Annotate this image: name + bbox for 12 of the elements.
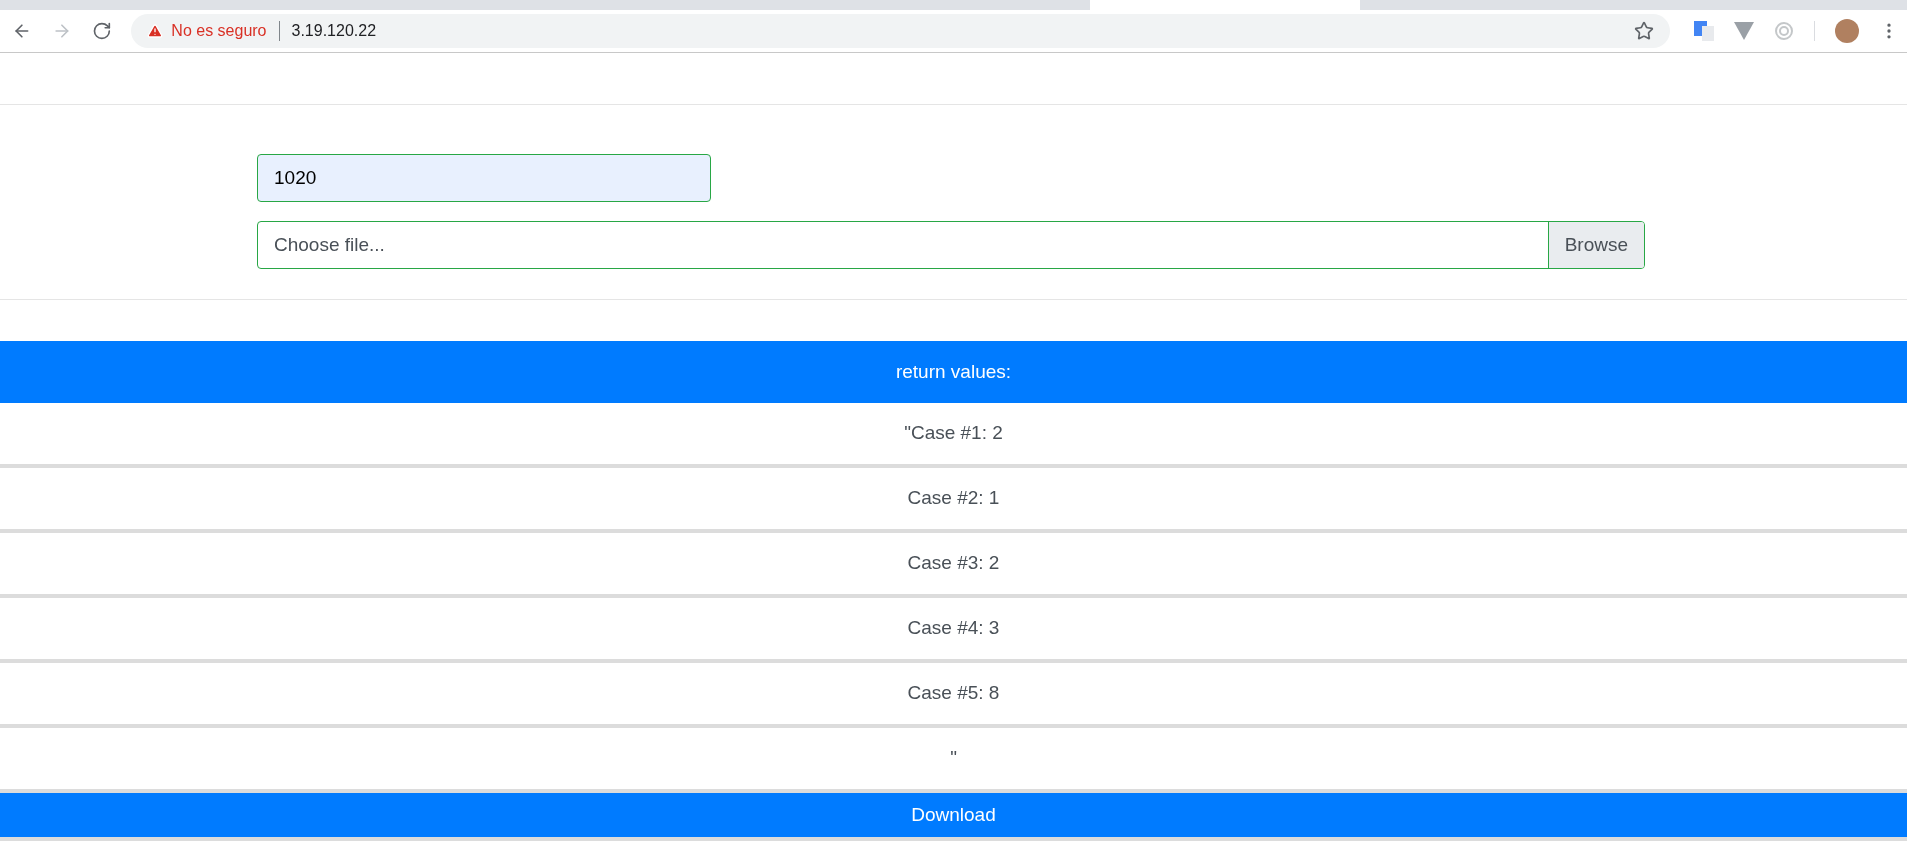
browse-button[interactable]: Browse [1547, 222, 1644, 268]
address-bar[interactable]: No es seguro 3.19.120.22 [131, 14, 1670, 48]
warning-icon [147, 23, 164, 39]
bookmark-star-icon[interactable] [1634, 21, 1654, 41]
v-shaped-icon[interactable] [1734, 22, 1754, 40]
security-label[interactable]: No es seguro [171, 19, 267, 43]
download-button[interactable]: Download [0, 793, 1907, 841]
results-header: return values: [0, 341, 1907, 403]
reload-icon[interactable] [91, 21, 112, 41]
file-field[interactable]: Choose file... Browse [257, 221, 1645, 269]
url-text[interactable]: 3.19.120.22 [291, 19, 377, 43]
number-field[interactable]: 1020 [257, 154, 711, 202]
